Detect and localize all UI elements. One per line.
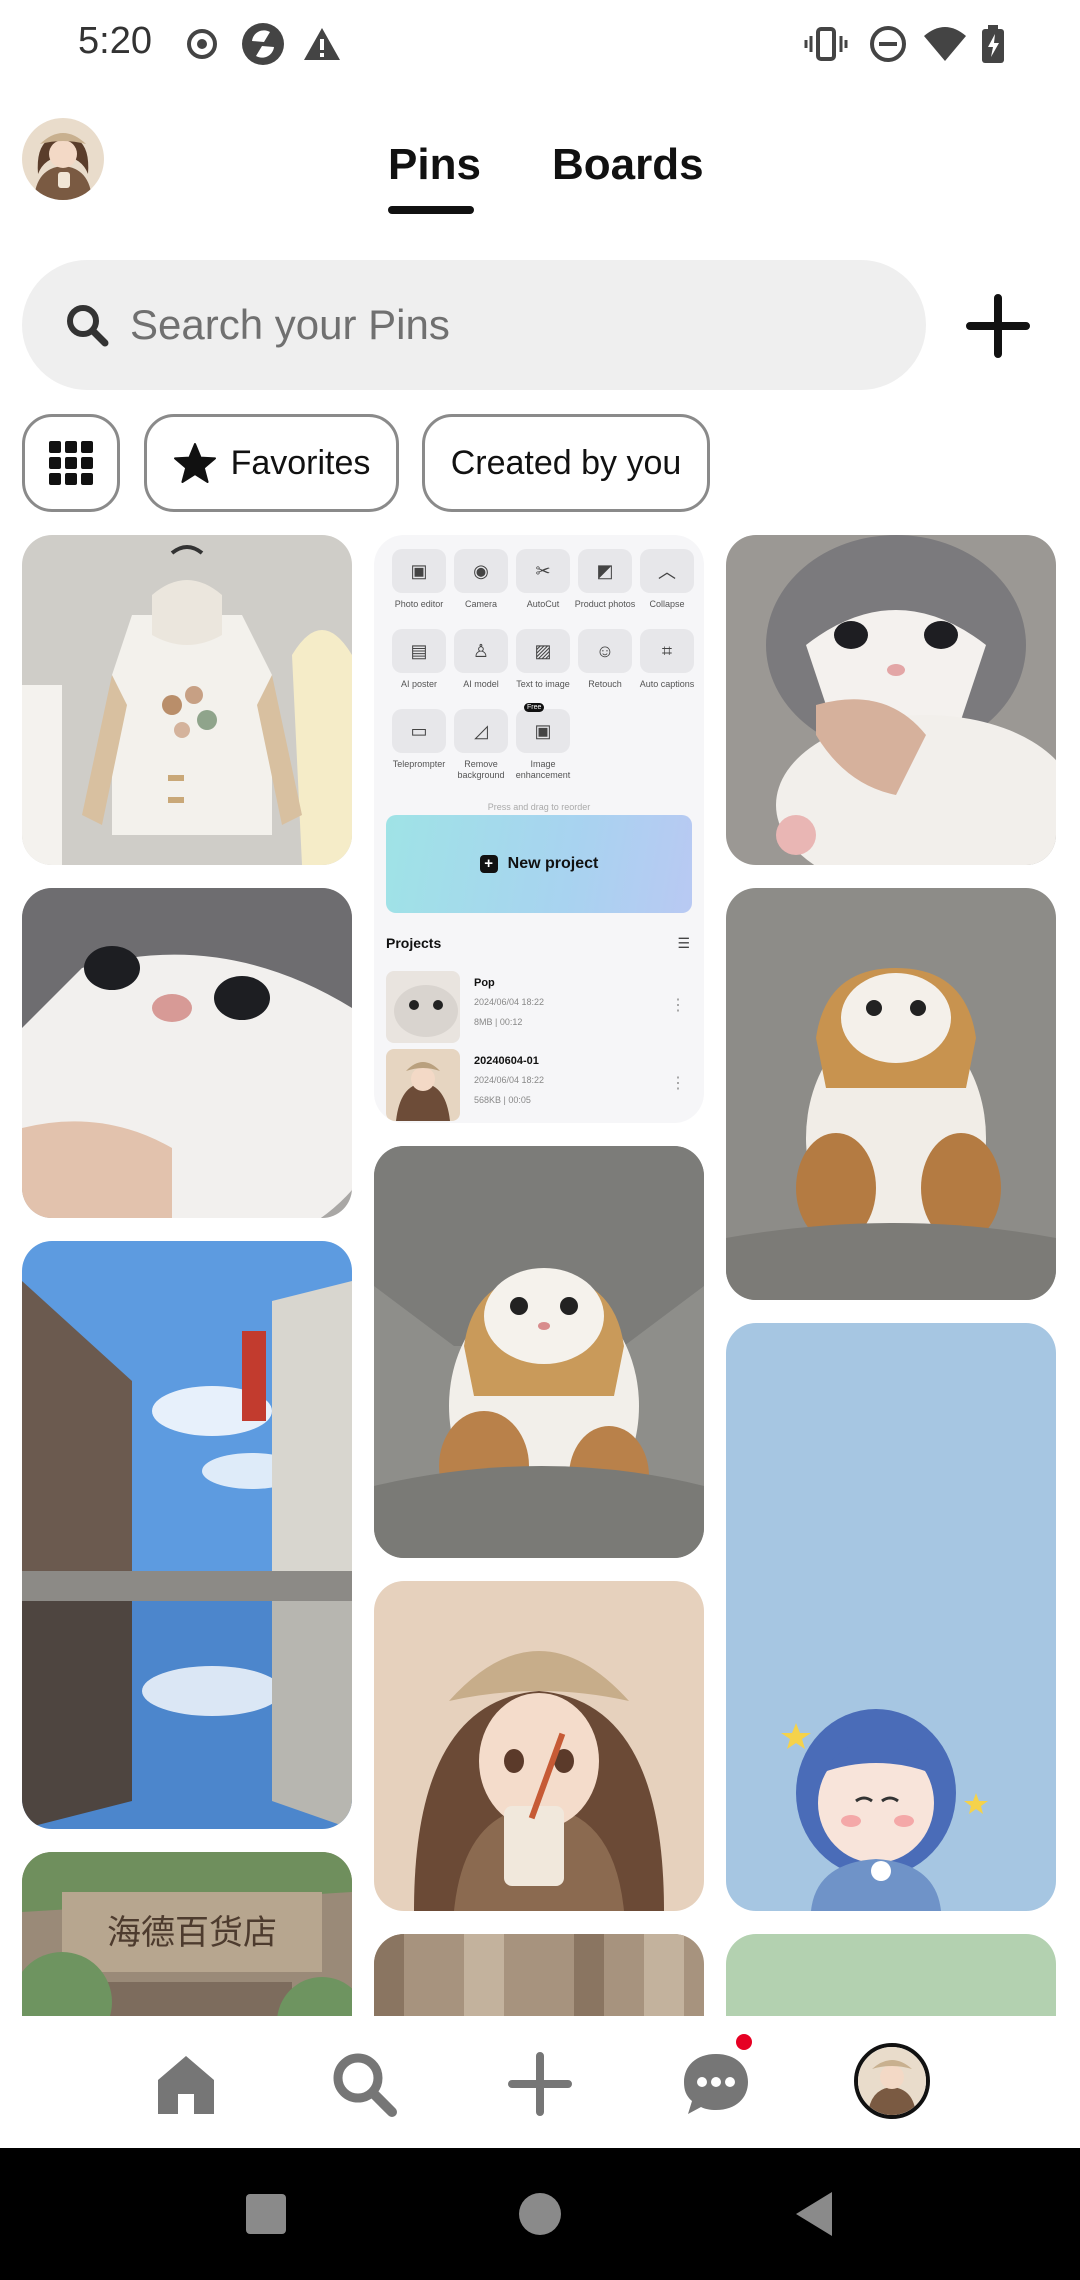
layout-toggle-button[interactable] (22, 414, 120, 512)
pin-feed[interactable]: 海德百货店 ▣ Photo editor ◉ Camera ✂ AutoCut ◩ Pr… (0, 530, 1080, 2016)
pin-editor-screenshot[interactable]: ▣ Photo editor ◉ Camera ✂ AutoCut ◩ Product … (374, 535, 704, 1123)
search-icon (333, 2053, 397, 2117)
tab-pins[interactable]: Pins (388, 140, 481, 190)
do-not-disturb-icon (870, 26, 906, 62)
nav-create-button[interactable] (502, 2046, 578, 2122)
pin-curtain[interactable] (374, 1934, 704, 2016)
pin-street-reflection[interactable] (22, 1241, 352, 1829)
system-nav-bar (0, 2148, 1080, 2280)
nav-profile-avatar[interactable] (854, 2043, 930, 2119)
pin-storefront[interactable]: 海德百货店 (22, 1852, 352, 2016)
pin-green[interactable] (726, 1934, 1056, 2016)
home-system-button[interactable] (510, 2184, 570, 2244)
recents-button[interactable] (236, 2184, 296, 2244)
status-time: 5:20 (78, 20, 152, 62)
back-button[interactable] (784, 2184, 844, 2244)
nav-home-button[interactable] (148, 2046, 224, 2122)
notification-badge (736, 2034, 752, 2050)
record-icon (187, 29, 217, 59)
pin-cat-closeup[interactable] (22, 888, 352, 1218)
nav-search-button[interactable] (326, 2046, 402, 2122)
created-by-you-filter[interactable]: Created by you (422, 414, 710, 512)
search-input[interactable] (130, 260, 890, 390)
nav-messages-button[interactable] (678, 2046, 754, 2122)
add-pin-button[interactable] (960, 288, 1036, 364)
pin-hoodie-dress[interactable] (22, 535, 352, 865)
search-icon (67, 305, 109, 347)
grid-icon (49, 441, 93, 485)
chat-icon (684, 2054, 748, 2114)
plus-icon (508, 2052, 572, 2116)
svg-text:海德百货店: 海德百货店 (107, 1913, 277, 1953)
app-notification-icon (242, 23, 284, 65)
status-bar: 5:20 (0, 0, 1080, 88)
pin-girl-illustration[interactable] (374, 1581, 704, 1911)
pin-kitten-hand[interactable] (726, 535, 1056, 865)
home-icon (158, 2056, 214, 2114)
star-icon (173, 443, 216, 483)
vibrate-icon (804, 27, 848, 61)
wifi-icon (924, 27, 966, 61)
warning-icon (304, 28, 340, 60)
tab-boards[interactable]: Boards (552, 140, 704, 190)
favorites-filter[interactable]: Favorites (144, 414, 399, 512)
created-by-you-label: Created by you (450, 443, 682, 482)
active-tab-indicator (388, 206, 474, 214)
pin-cat-sweater[interactable] (726, 888, 1056, 1300)
pin-anime-girl-flower[interactable] (726, 1323, 1056, 1911)
profile-avatar[interactable] (22, 118, 104, 200)
pin-cat-held[interactable] (374, 1146, 704, 1558)
battery-icon (982, 25, 1004, 63)
favorites-label: Favorites (230, 443, 371, 482)
search-bar[interactable] (22, 260, 926, 390)
